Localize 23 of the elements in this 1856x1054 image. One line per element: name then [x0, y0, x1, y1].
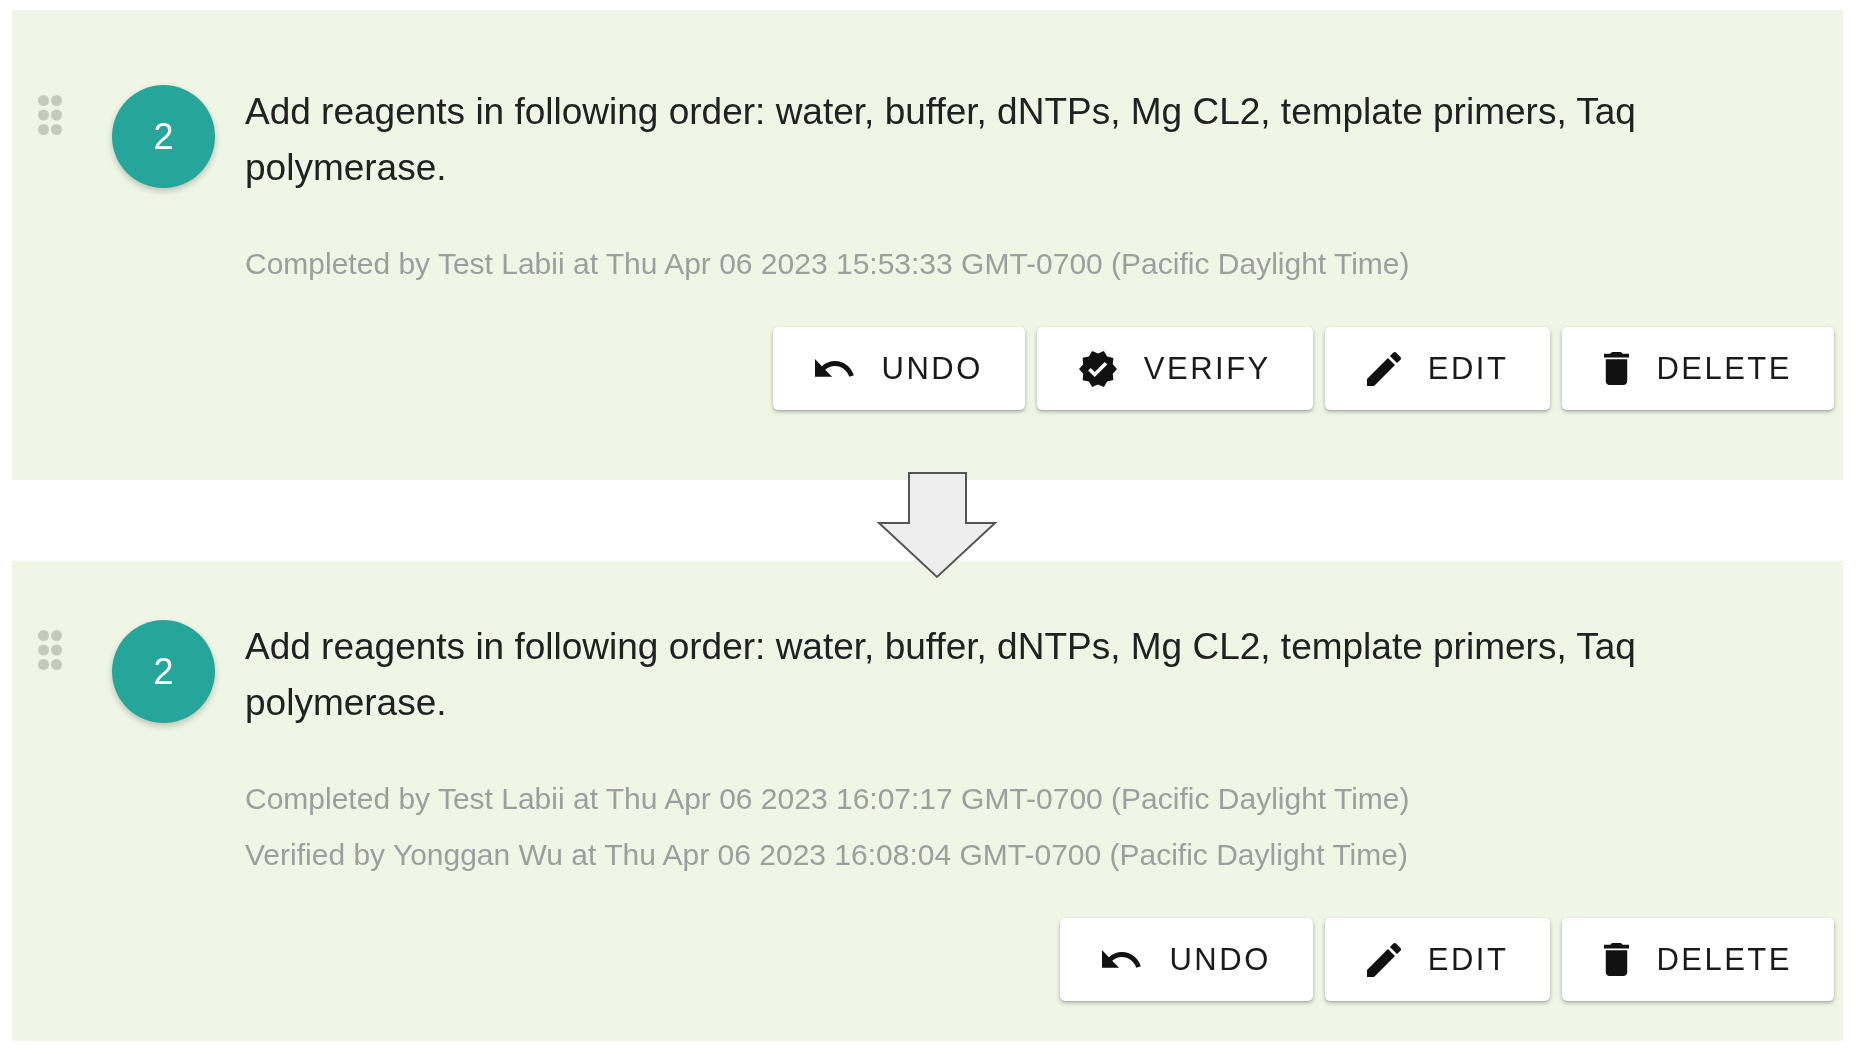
undo-icon [1102, 950, 1143, 969]
drag-handle-icon[interactable] [38, 95, 62, 135]
pencil-icon [1366, 942, 1401, 977]
undo-button[interactable]: UNDO [1060, 918, 1313, 1001]
step-number: 2 [112, 620, 215, 723]
undo-icon [814, 359, 855, 378]
log-entry: Completed by Test Labii at Thu Apr 06 2023 15:53:33 GMT-0700 (Pacific Daylight Time) [245, 246, 1410, 282]
edit-button[interactable]: EDIT [1324, 327, 1551, 410]
step-instruction: Add reagents in following order: water, buffer, dNTPs, Mg CL2, template primers, Taq polymerase. [245, 625, 1637, 725]
pencil-icon [1366, 351, 1401, 386]
edit-button[interactable]: EDIT [1324, 918, 1551, 1001]
delete-button[interactable]: DELETE [1562, 918, 1834, 1001]
undo-button[interactable]: UNDO [772, 327, 1025, 410]
verify-button[interactable]: VERIFY [1036, 327, 1313, 410]
drag-handle-icon[interactable] [38, 630, 62, 670]
step-number: 2 [112, 85, 215, 188]
log-entry: Completed by Test Labii at Thu Apr 06 2023 16:07:17 GMT-0700 (Pacific Daylight Time) [245, 781, 1410, 817]
step-instruction: Add reagents in following order: water, buffer, dNTPs, Mg CL2, template primers, Taq polymerase. [245, 90, 1637, 190]
trash-icon [1604, 352, 1630, 385]
verified-badge-icon [1078, 350, 1117, 387]
trash-icon [1604, 943, 1630, 976]
log-entry: Verified by Yonggan Wu at Thu Apr 06 2023 16:08:04 GMT-0700 (Pacific Daylight Time) [245, 837, 1408, 873]
delete-button[interactable]: DELETE [1562, 327, 1834, 410]
